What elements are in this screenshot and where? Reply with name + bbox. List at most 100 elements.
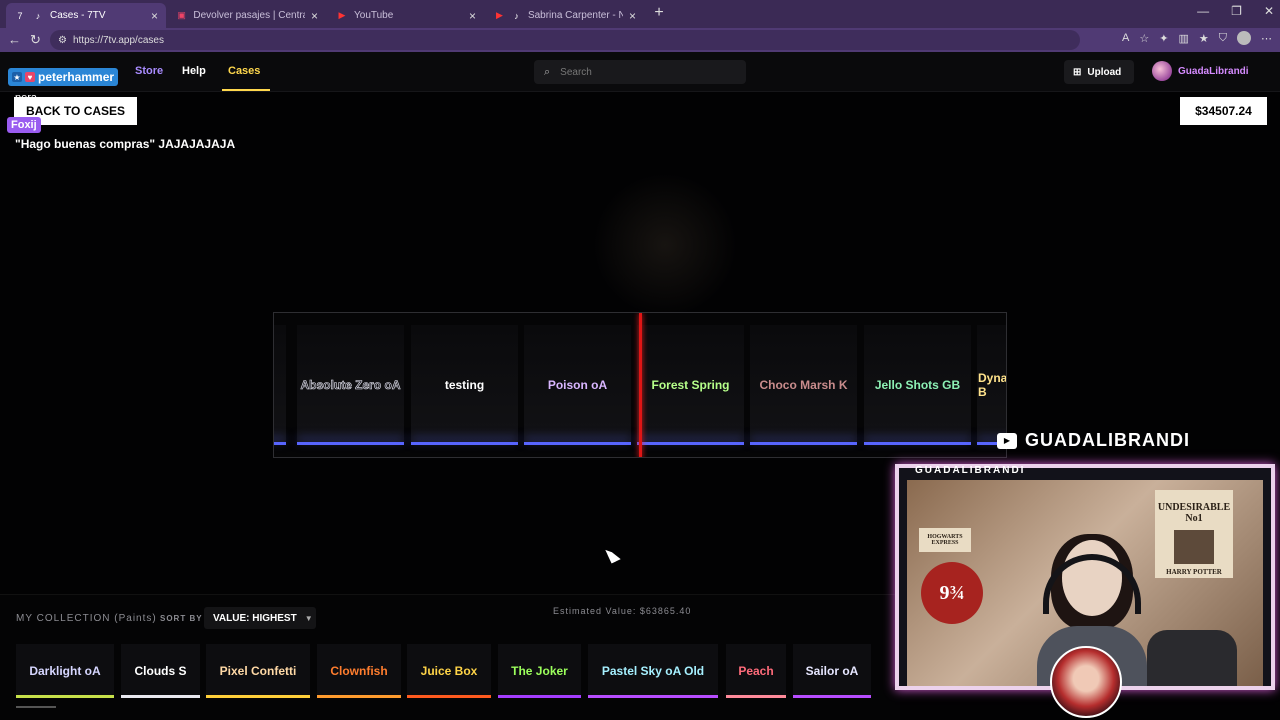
- subscriber-badge-icon: ★: [12, 72, 22, 82]
- paint-card[interactable]: Darklight oA: [16, 644, 114, 698]
- paint-label: Juice Box: [420, 664, 478, 678]
- youtube-icon: ▶: [997, 432, 1017, 449]
- back-arrow-icon[interactable]: ←: [8, 32, 21, 47]
- roll-item-label: Dyna B: [978, 371, 1007, 399]
- site-info-icon[interactable]: ⚙: [58, 35, 67, 46]
- paint-label: Peach: [738, 664, 774, 678]
- wanted-poster: UNDESIRABLE No1 HARRY POTTER: [1155, 490, 1233, 578]
- browser-toolbar-icons: A ☆ ✦ ▥ ★ ⛉ ⋯: [1122, 31, 1272, 45]
- roll-item: Absolute Zero oA: [297, 325, 404, 445]
- plus-square-icon: ⊞: [1073, 66, 1082, 78]
- translate-icon[interactable]: A: [1122, 32, 1129, 44]
- bus-site-icon: ▣: [177, 10, 186, 20]
- shield-icon[interactable]: ⛉: [1219, 32, 1227, 45]
- browser-tab-bar: 7 ♪ Cases - 7TV × ▣ Devolver pasajes | C…: [0, 0, 1280, 28]
- roll-item-label: testing: [444, 378, 485, 392]
- paint-label: Clownfish: [330, 664, 388, 678]
- sort-select[interactable]: VALUE: HIGHEST ▼: [204, 607, 316, 629]
- roll-item-label: Jello Shots GB: [874, 378, 961, 392]
- hogwarts-sign: HOGWARTS EXPRESS: [919, 528, 971, 552]
- user-menu[interactable]: GuadaLibrandi: [1152, 61, 1249, 81]
- roll-item: Dyna B: [977, 325, 1007, 445]
- paint-card[interactable]: Clouds S: [121, 644, 200, 698]
- site-header: Store Help Cases ⌕ ⊞ Upload GuadaLibrand…: [0, 52, 1280, 92]
- split-screen-icon[interactable]: ▥: [1178, 32, 1188, 45]
- youtube-channel-tag: ▶ GUADALIBRANDI: [997, 430, 1190, 451]
- case-glow: [590, 175, 740, 315]
- youtube-icon: ▶: [338, 10, 346, 20]
- roller-selection-marker: [639, 313, 642, 457]
- favorites-icon[interactable]: ★: [1199, 32, 1209, 45]
- mouse-cursor: [605, 545, 621, 564]
- close-tab-icon[interactable]: ×: [151, 9, 158, 23]
- close-tab-icon[interactable]: ×: [311, 9, 318, 23]
- collection-title: MY COLLECTION (Paints): [16, 613, 157, 624]
- upload-label: Upload: [1087, 66, 1122, 78]
- chat-line: pera: [15, 92, 38, 104]
- paint-card[interactable]: Sailor oA: [793, 644, 871, 698]
- favorite-star-icon[interactable]: ☆: [1139, 32, 1149, 45]
- tab-title: Devolver pasajes | Central de Pasa: [193, 10, 305, 21]
- profile-avatar[interactable]: [1237, 31, 1251, 45]
- upload-button[interactable]: ⊞ Upload: [1064, 60, 1134, 84]
- chat-message: "Hago buenas compras" JAJAJAJAJA: [15, 137, 236, 151]
- reload-icon[interactable]: ↻: [30, 32, 41, 48]
- chat-username: peterhammer: [38, 70, 115, 84]
- paint-card[interactable]: Peach: [726, 644, 786, 698]
- new-tab-button[interactable]: +: [650, 4, 668, 22]
- collection-scrollbar[interactable]: [16, 706, 56, 708]
- microphone: [1147, 630, 1237, 686]
- nav-store[interactable]: Store: [135, 65, 163, 77]
- platform-sign: 9¾: [921, 562, 983, 624]
- nav-help[interactable]: Help: [182, 65, 206, 77]
- roll-item-label: Absolute Zero oA: [300, 378, 401, 393]
- extensions-icon[interactable]: ✦: [1159, 32, 1168, 45]
- poster-title: UNDESIRABLE No1: [1157, 502, 1231, 524]
- close-window-icon[interactable]: ✕: [1264, 4, 1274, 18]
- close-tab-icon[interactable]: ×: [469, 9, 476, 23]
- paint-label: The Joker: [511, 664, 568, 678]
- paint-card[interactable]: Juice Box: [407, 644, 491, 698]
- paint-card[interactable]: Pastel Sky oA Old: [588, 644, 718, 698]
- more-menu-icon[interactable]: ⋯: [1261, 32, 1272, 45]
- username: GuadaLibrandi: [1178, 65, 1249, 77]
- avatar: [1152, 61, 1172, 81]
- screen: 7 ♪ Cases - 7TV × ▣ Devolver pasajes | C…: [0, 0, 1280, 720]
- paint-card[interactable]: The Joker: [498, 644, 581, 698]
- roll-item: Choco Marsh K: [750, 325, 857, 445]
- tab-title: Sabrina Carpenter - Never Ge: [527, 10, 623, 21]
- 7tv-icon: 7: [17, 10, 23, 21]
- search-input[interactable]: [560, 66, 721, 78]
- restore-icon[interactable]: ❐: [1231, 4, 1242, 18]
- close-tab-icon[interactable]: ×: [629, 9, 636, 23]
- address-bar: ← ↻ ⚙ https://7tv.app/cases A ☆ ✦ ▥ ★ ⛉ …: [0, 28, 1280, 52]
- chat-username-2: Foxij: [7, 117, 41, 133]
- minimize-icon[interactable]: —: [1197, 4, 1209, 18]
- roll-item: Poison oA: [524, 325, 631, 445]
- estimated-value: Estimated Value: $63865.40: [553, 606, 692, 616]
- speaker-icon[interactable]: ♪: [511, 10, 522, 22]
- chat-username-badge: ★ ♥ peterhammer: [8, 68, 119, 86]
- webcam-label: GUADALIBRANDI: [915, 465, 1026, 476]
- tab-youtube[interactable]: ▶ YouTube ×: [328, 3, 484, 28]
- nav-cases[interactable]: Cases: [228, 65, 260, 77]
- sort-value: VALUE: HIGHEST: [213, 612, 297, 624]
- tab-sabrina-carpenter[interactable]: ▶ ♪ Sabrina Carpenter - Never Ge ×: [486, 3, 644, 28]
- channel-name: GUADALIBRANDI: [1025, 430, 1190, 450]
- poster-subtitle: HARRY POTTER: [1166, 568, 1222, 576]
- speaker-icon[interactable]: ♪: [32, 10, 44, 22]
- search-box[interactable]: ⌕: [534, 60, 746, 84]
- paint-card[interactable]: Pixel Confetti: [206, 644, 310, 698]
- url-text: https://7tv.app/cases: [72, 34, 164, 46]
- url-field[interactable]: ⚙ https://7tv.app/cases: [50, 30, 1080, 50]
- case-roller: Absolute Zero oA testing Poison oA Fores…: [273, 312, 1007, 458]
- tab-devolver-pasajes[interactable]: ▣ Devolver pasajes | Central de Pasa ×: [168, 3, 326, 28]
- heart-badge-icon: ♥: [25, 72, 35, 82]
- tab-title: Cases - 7TV: [50, 10, 106, 21]
- roll-item-label: Poison oA: [547, 378, 608, 392]
- paint-label: Sailor oA: [805, 664, 859, 678]
- tab-cases-7tv[interactable]: 7 ♪ Cases - 7TV ×: [6, 3, 166, 28]
- roll-item-label: Forest Spring: [651, 378, 730, 392]
- paint-card[interactable]: Clownfish: [317, 644, 401, 698]
- paint-label: Clouds S: [134, 664, 187, 678]
